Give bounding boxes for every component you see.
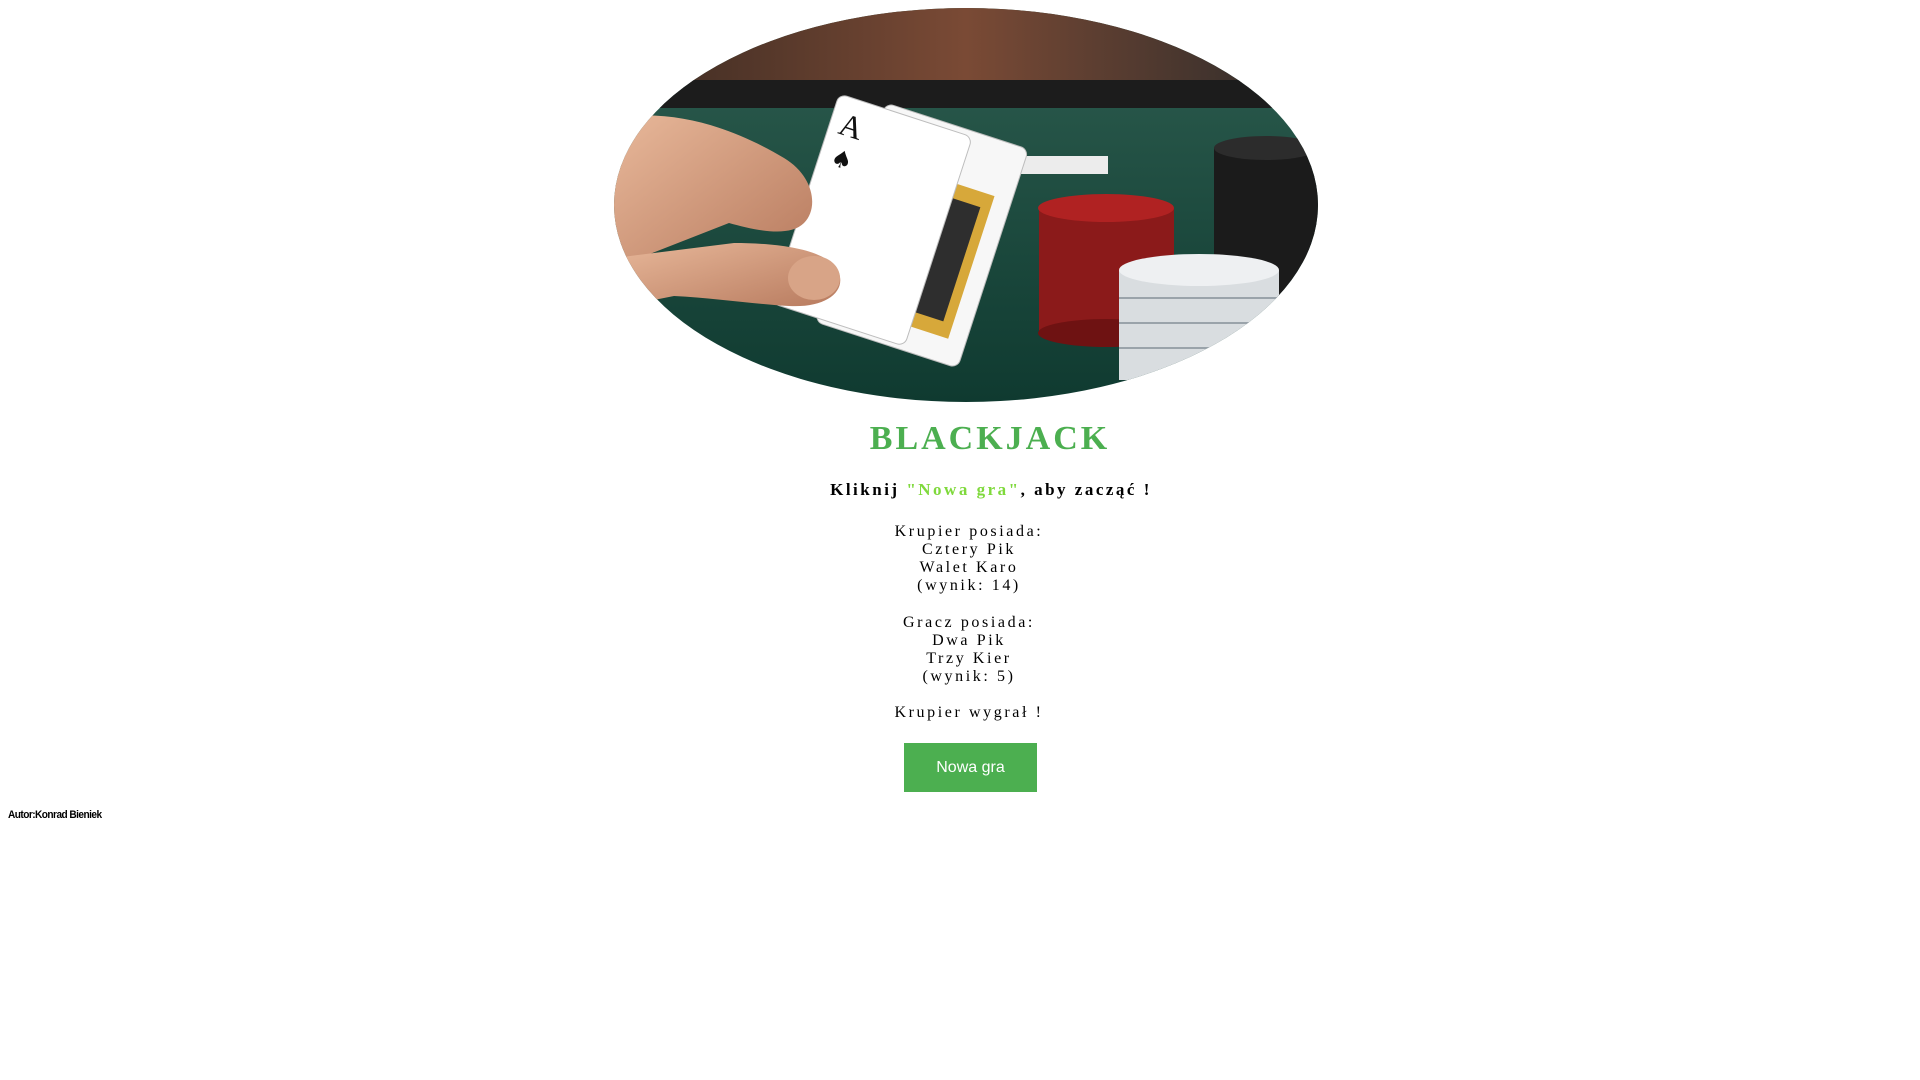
hero-image-blackjack: K ♠ A ♠	[614, 8, 1318, 402]
author-credit: Autor:Konrad Bieniek	[8, 809, 102, 821]
player-hand: Gracz posiada: Dwa Pik Trzy Kier (wynik:…	[0, 614, 1920, 686]
instruction-highlight: "Nowa gra"	[906, 480, 1021, 499]
instruction-suffix: , aby zacząć !	[1020, 480, 1152, 499]
game-title: BLACKJACK	[869, 420, 1111, 457]
dealer-hand: Krupier posiada: Cztery Pik Walet Karo (…	[0, 523, 1920, 595]
dealer-card-1: Cztery Pik	[922, 541, 1016, 558]
dealer-card-2: Walet Karo	[919, 559, 1019, 576]
player-card-1: Dwa Pik	[932, 632, 1006, 649]
instruction-text: Kliknij "Nowa gra", aby zacząć !	[0, 480, 1920, 500]
game-result: Krupier wygrał !	[894, 704, 1044, 721]
player-card-2: Trzy Kier	[926, 650, 1012, 667]
dealer-heading: Krupier posiada:	[894, 523, 1044, 540]
dealer-score: (wynik: 14)	[917, 577, 1021, 594]
new-game-button[interactable]: Nowa gra	[904, 743, 1037, 792]
player-heading: Gracz posiada:	[903, 614, 1035, 631]
instruction-prefix: Kliknij	[830, 480, 907, 499]
player-score: (wynik: 5)	[922, 668, 1016, 685]
